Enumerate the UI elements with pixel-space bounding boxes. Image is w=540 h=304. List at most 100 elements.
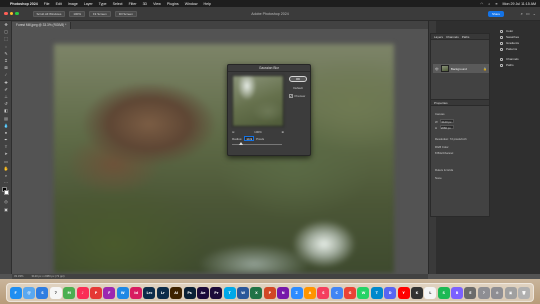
menu-help[interactable]: Help (204, 2, 211, 6)
zoom-window-button[interactable] (15, 11, 19, 16)
height-field[interactable]: H 2080 px (435, 125, 454, 130)
menu-app-name[interactable]: Photoshop 2024 (10, 2, 38, 6)
width-value[interactable]: 3120 px (440, 119, 455, 124)
dock-app-icon[interactable]: Ae (196, 286, 209, 299)
quick-mask-icon[interactable]: ◎ (0, 198, 12, 205)
marquee-tool-icon[interactable]: ⬚ (0, 35, 12, 42)
move-tool-icon[interactable]: ✥ (0, 21, 12, 28)
dock-app-icon[interactable]: M (63, 286, 76, 299)
layer-name[interactable]: Background (451, 67, 467, 71)
share-button[interactable]: Share (487, 11, 504, 17)
chevron-down-icon[interactable]: ⌄ (533, 11, 536, 16)
dock-app-icon[interactable]: P (263, 286, 276, 299)
close-window-button[interactable] (4, 11, 8, 16)
minimize-window-button[interactable] (9, 11, 13, 16)
checkbox-icon[interactable]: ✓ (289, 94, 293, 98)
height-value[interactable]: 2080 px (439, 125, 454, 130)
menu-plugins[interactable]: Plugins (167, 2, 179, 6)
frame-tool-icon[interactable]: ⊠ (0, 64, 12, 71)
type-tool-icon[interactable]: T (0, 143, 12, 150)
zoom-100-button[interactable]: 100% (69, 10, 86, 17)
wifi-icon[interactable]: ◠ (480, 2, 483, 6)
dock-app-icon[interactable]: ♪ (76, 286, 89, 299)
dock-app-icon[interactable]: G (344, 286, 357, 299)
dock-app-icon[interactable]: B (451, 286, 464, 299)
search-icon[interactable]: ⌕ (488, 2, 490, 6)
menu-filter[interactable]: Filter (129, 2, 137, 6)
menu-edit[interactable]: Edit (56, 2, 62, 6)
pen-tool-icon[interactable]: ✒ (0, 136, 12, 143)
zoom-out-icon[interactable]: ⊖ (232, 130, 235, 134)
dock-app-icon[interactable]: @ (23, 286, 36, 299)
dock-app-icon[interactable]: T (370, 286, 383, 299)
screen-mode-icon[interactable]: ▣ (0, 206, 12, 213)
dock-app-icon[interactable]: W (357, 286, 370, 299)
radius-slider-thumb[interactable] (239, 142, 243, 145)
dock-app-icon[interactable]: Ai (170, 286, 183, 299)
crop-tool-icon[interactable]: ⌗ (0, 57, 12, 64)
dock-app-icon[interactable]: ? (477, 286, 490, 299)
width-field[interactable]: W 3120 px (435, 119, 455, 124)
mode-select[interactable]: RGB Color (435, 145, 449, 149)
dock-app-icon[interactable]: E (464, 286, 477, 299)
menu-file[interactable]: File (44, 2, 50, 6)
hand-tool-icon[interactable]: ✋ (0, 165, 12, 172)
dock-app-icon[interactable]: W (116, 286, 129, 299)
fill-select[interactable]: None (435, 176, 442, 180)
panel-patterns[interactable]: Patterns (498, 46, 540, 52)
dock-app-icon[interactable]: Pr (210, 286, 223, 299)
ok-button[interactable]: OK (289, 76, 307, 82)
panel-paths[interactable]: Paths (498, 62, 540, 68)
tab-channels[interactable]: Channels (446, 34, 459, 39)
dock-app-icon[interactable]: A (303, 286, 316, 299)
fit-screen-button[interactable]: Fit Screen (89, 10, 111, 17)
dock-app-icon[interactable]: K (410, 286, 423, 299)
search-icon[interactable]: ⌕ (521, 11, 523, 16)
menu-layer[interactable]: Layer (84, 2, 93, 6)
default-button[interactable]: Default (289, 86, 307, 91)
menu-image[interactable]: Image (68, 2, 78, 6)
menu-window[interactable]: Window (185, 2, 198, 6)
document-tab[interactable]: Forest Mill.jpeg @ 33.3% (RGB/8) * (12, 22, 72, 29)
dock-app-icon[interactable]: P (89, 286, 102, 299)
dock-app-icon[interactable]: 7 (49, 286, 62, 299)
dock-app-icon[interactable]: N (277, 286, 290, 299)
history-brush-icon[interactable]: ↺ (0, 100, 12, 107)
fill-screen-button[interactable]: Fill Screen (114, 10, 137, 17)
workspace-icon[interactable]: ▭ (526, 11, 530, 16)
dock-app-icon[interactable]: F (9, 286, 22, 299)
eraser-tool-icon[interactable]: ◧ (0, 107, 12, 114)
dock-app-icon[interactable]: Id (130, 286, 143, 299)
dock-app-icon[interactable]: Lr (156, 286, 169, 299)
radius-input[interactable]: 14.9 (244, 136, 255, 141)
background-color-swatch[interactable] (4, 190, 9, 196)
path-select-tool-icon[interactable]: ➤ (0, 150, 12, 157)
more-tools-icon[interactable]: ⋯ (0, 179, 12, 186)
dock-app-icon[interactable]: S (317, 286, 330, 299)
dock-app-icon[interactable]: Y (397, 286, 410, 299)
scrub-all-windows-toggle[interactable]: Scrub All Windows (32, 10, 66, 17)
radius-slider[interactable] (232, 142, 282, 145)
menu-type[interactable]: Type (99, 2, 107, 6)
blur-preview[interactable] (232, 75, 284, 127)
tab-layers[interactable]: Layers (434, 34, 443, 39)
dock-app-icon[interactable]: X (250, 286, 263, 299)
dock-app-icon[interactable]: L (424, 286, 437, 299)
depth-select[interactable]: 8 Bits/Channel (435, 151, 453, 155)
dock-app-icon[interactable]: F (103, 286, 116, 299)
dock-app-icon[interactable]: S (437, 286, 450, 299)
color-swatches[interactable] (0, 186, 12, 198)
layer-row[interactable]: 👁 Background 🔒 (433, 64, 489, 73)
stamp-tool-icon[interactable]: ⊥ (0, 93, 12, 100)
preview-checkbox[interactable]: ✓ Preview (289, 94, 305, 98)
dock-app-icon[interactable]: Ps (183, 286, 196, 299)
dock-app-icon[interactable]: T (223, 286, 236, 299)
gradient-tool-icon[interactable]: ▤ (0, 114, 12, 121)
dock-app-icon[interactable]: 🗑 (517, 286, 530, 299)
menu-3d[interactable]: 3D (143, 2, 148, 6)
eye-icon[interactable]: 👁 (435, 67, 439, 71)
eyedropper-tool-icon[interactable]: ⁄ (0, 71, 12, 78)
zoom-in-icon[interactable]: ⊕ (281, 130, 284, 134)
document-image[interactable] (54, 44, 394, 273)
brush-tool-icon[interactable]: ✐ (0, 86, 12, 93)
